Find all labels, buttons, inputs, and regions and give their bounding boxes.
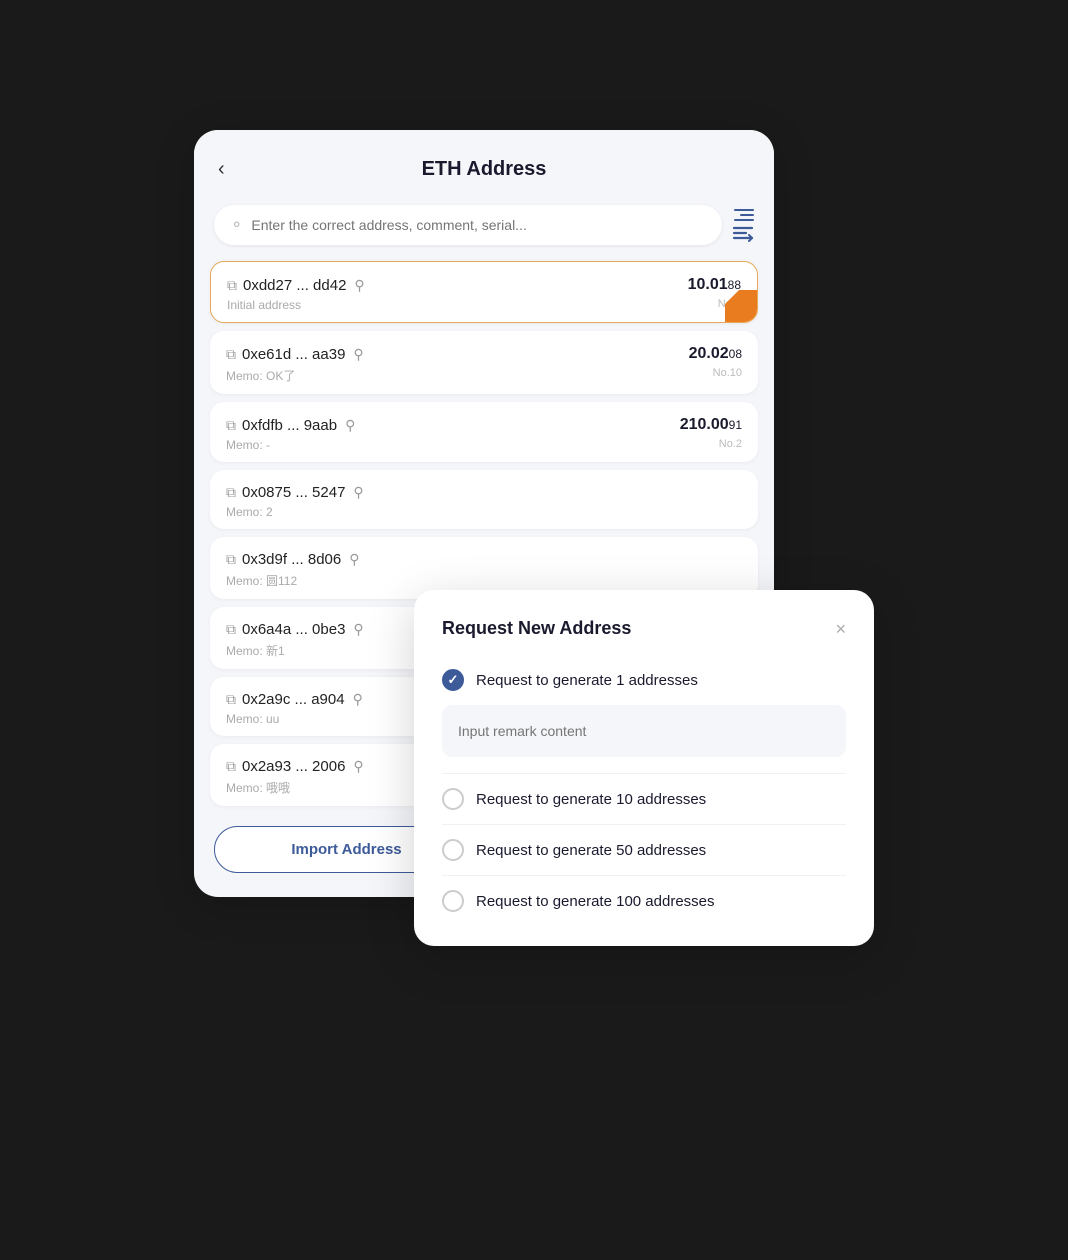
address-card-bottom: Memo: - No.2 <box>226 438 742 452</box>
radio-circle <box>442 788 464 810</box>
address-hash: 0x0875 ... 5247 <box>242 484 345 501</box>
address-card[interactable]: ⧉ 0x0875 ... 5247 ⚲ Memo: 2 <box>210 470 758 529</box>
address-hash: 0x2a93 ... 2006 <box>242 758 345 775</box>
radio-label: Request to generate 1 addresses <box>476 672 698 689</box>
address-hash: 0x2a9c ... a904 <box>242 691 345 708</box>
address-left: ⧉ 0x3d9f ... 8d06 ⚲ <box>226 551 360 568</box>
address-balance: 210.0091 <box>680 416 742 434</box>
page-title: ETH Address <box>422 158 547 181</box>
address-number: No.2 <box>719 438 742 452</box>
orange-corner <box>725 290 757 322</box>
copy-icon[interactable]: ⧉ <box>226 484 236 501</box>
copy-icon[interactable]: ⧉ <box>226 417 236 434</box>
back-button[interactable]: ‹ <box>218 158 225 181</box>
radio-circle <box>442 890 464 912</box>
radio-option-unchecked[interactable]: Request to generate 50 addresses <box>442 829 846 871</box>
address-hash: 0xdd27 ... dd42 <box>243 277 346 294</box>
address-memo: Initial address <box>227 298 301 312</box>
address-card-bottom: Initial address No.0 <box>227 298 741 312</box>
balance-decimal: 91 <box>729 418 742 432</box>
address-card[interactable]: ⧉ 0xdd27 ... dd42 ⚲ 10.0188 Initial addr… <box>210 261 758 323</box>
address-balance: 20.0208 <box>689 345 742 363</box>
address-card-bottom: Memo: 2 <box>226 505 742 519</box>
filter-button[interactable] <box>732 209 754 242</box>
radio-label: Request to generate 100 addresses <box>476 893 715 910</box>
search-bar: ⚬ <box>214 205 754 245</box>
radio-option[interactable]: Request to generate 50 addresses <box>442 824 846 871</box>
search-icon: ⚬ <box>230 215 243 235</box>
radio-option[interactable]: Request to generate 100 addresses <box>442 875 846 922</box>
address-memo: Memo: 新1 <box>226 642 285 659</box>
address-memo: Memo: - <box>226 438 270 452</box>
option-divider <box>442 773 846 774</box>
address-card-bottom: Memo: 圆112 <box>226 572 742 589</box>
radio-circle <box>442 839 464 861</box>
filter-icon <box>732 209 754 242</box>
balance-decimal: 08 <box>729 347 742 361</box>
address-card-top: ⧉ 0x3d9f ... 8d06 ⚲ <box>226 551 742 568</box>
address-card[interactable]: ⧉ 0xfdfb ... 9aab ⚲ 210.0091 Memo: - No.… <box>210 402 758 462</box>
search-address-icon[interactable]: ⚲ <box>349 551 359 568</box>
search-address-icon[interactable]: ⚲ <box>353 484 363 501</box>
modal-close-button[interactable]: × <box>835 620 846 638</box>
copy-icon[interactable]: ⧉ <box>226 551 236 568</box>
search-input[interactable] <box>251 217 706 233</box>
search-address-icon[interactable]: ⚲ <box>345 417 355 434</box>
address-hash: 0x3d9f ... 8d06 <box>242 551 341 568</box>
copy-icon[interactable]: ⧉ <box>226 346 236 363</box>
address-card-top: ⧉ 0xfdfb ... 9aab ⚲ 210.0091 <box>226 416 742 434</box>
address-memo: Memo: OK了 <box>226 367 295 384</box>
search-address-icon[interactable]: ⚲ <box>353 691 363 708</box>
option-divider <box>442 824 846 825</box>
address-left: ⧉ 0x2a9c ... a904 ⚲ <box>226 691 363 708</box>
address-card-top: ⧉ 0xdd27 ... dd42 ⚲ 10.0188 <box>227 276 741 294</box>
request-new-address-modal: Request New Address × Request to generat… <box>414 590 874 946</box>
search-address-icon[interactable]: ⚲ <box>353 621 363 638</box>
header: ‹ ETH Address <box>194 130 774 197</box>
address-memo: Memo: 圆112 <box>226 572 297 589</box>
address-hash: 0x6a4a ... 0be3 <box>242 621 345 638</box>
address-card-top: ⧉ 0x0875 ... 5247 ⚲ <box>226 484 742 501</box>
search-address-icon[interactable]: ⚲ <box>353 346 363 363</box>
modal-header: Request New Address × <box>442 618 846 639</box>
address-left: ⧉ 0x0875 ... 5247 ⚲ <box>226 484 364 501</box>
address-hash: 0xfdfb ... 9aab <box>242 417 337 434</box>
radio-option[interactable]: Request to generate 10 addresses <box>442 773 846 820</box>
address-left: ⧉ 0x6a4a ... 0be3 ⚲ <box>226 621 364 638</box>
copy-icon[interactable]: ⧉ <box>226 621 236 638</box>
option-divider <box>442 875 846 876</box>
address-card-bottom: Memo: OK了 No.10 <box>226 367 742 384</box>
address-memo: Memo: 哦哦 <box>226 779 290 796</box>
address-left: ⧉ 0xdd27 ... dd42 ⚲ <box>227 277 365 294</box>
radio-option-checked[interactable]: Request to generate 1 addresses <box>442 659 846 701</box>
copy-icon[interactable]: ⧉ <box>226 691 236 708</box>
address-memo: Memo: uu <box>226 712 279 726</box>
radio-label: Request to generate 50 addresses <box>476 842 706 859</box>
radio-option[interactable]: Request to generate 1 addresses <box>442 659 846 769</box>
copy-icon[interactable]: ⧉ <box>226 758 236 775</box>
address-left: ⧉ 0xfdfb ... 9aab ⚲ <box>226 417 355 434</box>
radio-label: Request to generate 10 addresses <box>476 791 706 808</box>
radio-option-unchecked[interactable]: Request to generate 10 addresses <box>442 778 846 820</box>
address-card-top: ⧉ 0xe61d ... aa39 ⚲ 20.0208 <box>226 345 742 363</box>
remark-input[interactable] <box>442 705 846 757</box>
search-input-wrap: ⚬ <box>214 205 722 245</box>
radio-option-unchecked[interactable]: Request to generate 100 addresses <box>442 880 846 922</box>
address-left: ⧉ 0xe61d ... aa39 ⚲ <box>226 346 364 363</box>
modal-title: Request New Address <box>442 618 631 639</box>
search-address-icon[interactable]: ⚲ <box>354 277 364 294</box>
search-address-icon[interactable]: ⚲ <box>353 758 363 775</box>
copy-icon[interactable]: ⧉ <box>227 277 237 294</box>
address-number: No.10 <box>713 367 742 384</box>
address-hash: 0xe61d ... aa39 <box>242 346 345 363</box>
address-left: ⧉ 0x2a93 ... 2006 ⚲ <box>226 758 364 775</box>
address-memo: Memo: 2 <box>226 505 273 519</box>
modal-options: Request to generate 1 addresses Request … <box>442 659 846 922</box>
address-card[interactable]: ⧉ 0xe61d ... aa39 ⚲ 20.0208 Memo: OK了 No… <box>210 331 758 394</box>
radio-circle-checked <box>442 669 464 691</box>
